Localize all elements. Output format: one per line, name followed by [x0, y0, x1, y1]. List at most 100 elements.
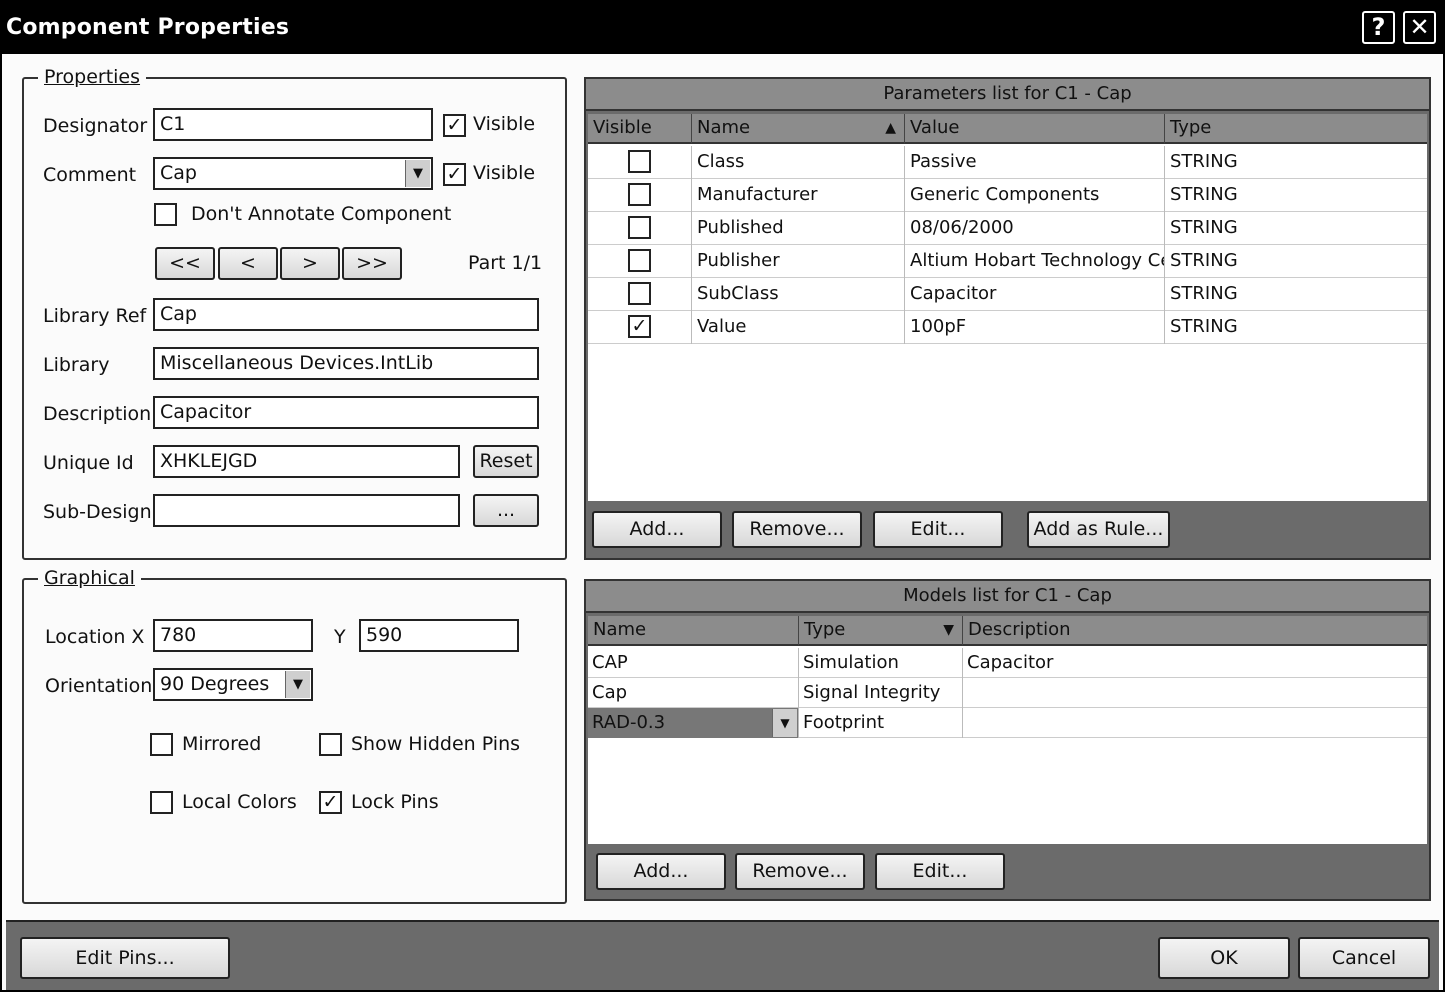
- col-header-type[interactable]: Type: [1165, 114, 1427, 144]
- model-description-cell[interactable]: Capacitor: [963, 648, 1427, 678]
- dialog-button-bar: Edit Pins... OK Cancel: [6, 920, 1439, 990]
- mirrored-checkbox[interactable]: [150, 733, 173, 756]
- part-indicator: Part 1/1: [468, 252, 543, 274]
- sub-design-input[interactable]: [153, 494, 460, 527]
- param-visible-checkbox[interactable]: [628, 249, 651, 272]
- model-add-button[interactable]: Add...: [596, 853, 726, 890]
- model-type-cell[interactable]: Signal Integrity: [799, 678, 963, 708]
- description-input[interactable]: Capacitor: [153, 396, 539, 429]
- param-value-cell[interactable]: Altium Hobart Technology Cen: [905, 245, 1165, 278]
- show-hidden-pins-label: Show Hidden Pins: [351, 733, 521, 755]
- prev-part-button[interactable]: <: [218, 247, 278, 280]
- param-type-cell[interactable]: STRING: [1165, 245, 1427, 278]
- library-ref-input[interactable]: Cap: [153, 298, 539, 331]
- comment-value: Cap: [160, 162, 197, 184]
- col-header-value[interactable]: Value: [905, 114, 1165, 144]
- chevron-down-icon[interactable]: ▼: [772, 709, 797, 737]
- table-row[interactable]: Cap Signal Integrity: [588, 678, 1427, 708]
- param-name-cell[interactable]: SubClass: [692, 278, 905, 311]
- param-visible-cell: [588, 278, 692, 311]
- param-name-cell[interactable]: Value: [692, 311, 905, 344]
- param-type-cell[interactable]: STRING: [1165, 311, 1427, 344]
- location-y-input[interactable]: 590: [359, 619, 519, 652]
- col-header-name-label: Name: [697, 117, 751, 138]
- model-name-text: RAD-0.3: [592, 712, 666, 733]
- location-x-label: Location X: [45, 626, 145, 648]
- param-value-cell[interactable]: 08/06/2000: [905, 212, 1165, 245]
- param-value-cell[interactable]: Capacitor: [905, 278, 1165, 311]
- param-visible-checkbox[interactable]: [628, 150, 651, 173]
- col-header-visible[interactable]: Visible: [588, 114, 692, 144]
- unique-id-input[interactable]: XHKLEJGD: [153, 445, 460, 478]
- param-name-cell[interactable]: Class: [692, 146, 905, 179]
- table-row[interactable]: Manufacturer Generic Components STRING: [588, 179, 1427, 212]
- cancel-button[interactable]: Cancel: [1298, 937, 1430, 979]
- models-col-header-description[interactable]: Description: [963, 616, 1427, 646]
- model-description-text: Capacitor: [967, 652, 1054, 673]
- library-input[interactable]: Miscellaneous Devices.IntLib: [153, 347, 539, 380]
- close-button[interactable]: ✕: [1403, 11, 1436, 44]
- param-visible-checkbox[interactable]: [628, 282, 651, 305]
- param-type-cell[interactable]: STRING: [1165, 278, 1427, 311]
- help-button[interactable]: ?: [1362, 11, 1395, 44]
- comment-visible-checkbox[interactable]: ✓: [443, 163, 466, 186]
- table-row[interactable]: Published 08/06/2000 STRING: [588, 212, 1427, 245]
- param-edit-button[interactable]: Edit...: [873, 511, 1003, 548]
- param-name-cell[interactable]: Published: [692, 212, 905, 245]
- table-row[interactable]: ✓ Value 100pF STRING: [588, 311, 1427, 344]
- chevron-down-icon[interactable]: ▼: [285, 671, 310, 698]
- location-x-input[interactable]: 780: [153, 619, 313, 652]
- param-name-cell[interactable]: Manufacturer: [692, 179, 905, 212]
- models-col-header-name[interactable]: Name: [588, 616, 799, 646]
- next-part-button[interactable]: >: [280, 247, 340, 280]
- param-value-cell[interactable]: Passive: [905, 146, 1165, 179]
- show-hidden-pins-checkbox[interactable]: [319, 733, 342, 756]
- add-as-rule-button[interactable]: Add as Rule...: [1027, 511, 1170, 548]
- param-visible-cell: [588, 146, 692, 179]
- ok-button[interactable]: OK: [1158, 937, 1290, 979]
- models-col-header-type[interactable]: Type ▼: [799, 616, 963, 646]
- param-name-cell[interactable]: Publisher: [692, 245, 905, 278]
- model-description-cell[interactable]: [963, 678, 1427, 708]
- model-type-cell[interactable]: Simulation: [799, 648, 963, 678]
- model-edit-button[interactable]: Edit...: [875, 853, 1005, 890]
- param-value-cell[interactable]: 100pF: [905, 311, 1165, 344]
- param-visible-checkbox[interactable]: [628, 216, 651, 239]
- table-row[interactable]: Class Passive STRING: [588, 146, 1427, 179]
- model-name-cell[interactable]: RAD-0.3 ▼: [588, 708, 799, 738]
- table-row[interactable]: CAP Simulation Capacitor: [588, 648, 1427, 678]
- col-header-name[interactable]: Name ▲: [692, 114, 905, 144]
- designator-visible-checkbox[interactable]: ✓: [443, 114, 466, 137]
- param-remove-button[interactable]: Remove...: [732, 511, 862, 548]
- last-part-button[interactable]: >>: [342, 247, 402, 280]
- edit-pins-button[interactable]: Edit Pins...: [20, 937, 230, 979]
- mirrored-label: Mirrored: [182, 733, 262, 755]
- dont-annotate-checkbox[interactable]: [154, 203, 177, 226]
- designator-input[interactable]: C1: [153, 108, 433, 141]
- model-description-cell[interactable]: [963, 708, 1427, 738]
- param-value-cell[interactable]: Generic Components: [905, 179, 1165, 212]
- param-type-cell[interactable]: STRING: [1165, 212, 1427, 245]
- model-type-text: Footprint: [803, 712, 885, 733]
- model-type-cell[interactable]: Footprint: [799, 708, 963, 738]
- model-remove-button[interactable]: Remove...: [735, 853, 865, 890]
- sub-design-browse-button[interactable]: ...: [473, 494, 539, 527]
- model-name-cell[interactable]: CAP: [588, 648, 799, 678]
- model-name-cell[interactable]: Cap: [588, 678, 799, 708]
- first-part-button[interactable]: <<: [155, 247, 215, 280]
- lock-pins-checkbox[interactable]: ✓: [319, 791, 342, 814]
- param-visible-checkbox[interactable]: [628, 183, 651, 206]
- chevron-down-icon[interactable]: ▼: [405, 160, 430, 187]
- table-row[interactable]: SubClass Capacitor STRING: [588, 278, 1427, 311]
- table-row[interactable]: Publisher Altium Hobart Technology Cen STR…: [588, 245, 1427, 278]
- param-add-button[interactable]: Add...: [592, 511, 722, 548]
- models-grid: Name Type ▼ Description CAP Simulation Cap…: [588, 616, 1427, 844]
- orientation-select[interactable]: 90 Degrees ▼: [153, 668, 313, 701]
- reset-button[interactable]: Reset: [473, 445, 539, 478]
- param-type-cell[interactable]: STRING: [1165, 146, 1427, 179]
- table-row[interactable]: RAD-0.3 ▼ Footprint: [588, 708, 1427, 738]
- local-colors-checkbox[interactable]: [150, 791, 173, 814]
- comment-combo[interactable]: Cap ▼: [153, 157, 433, 190]
- param-visible-checkbox[interactable]: ✓: [628, 315, 651, 338]
- param-type-cell[interactable]: STRING: [1165, 179, 1427, 212]
